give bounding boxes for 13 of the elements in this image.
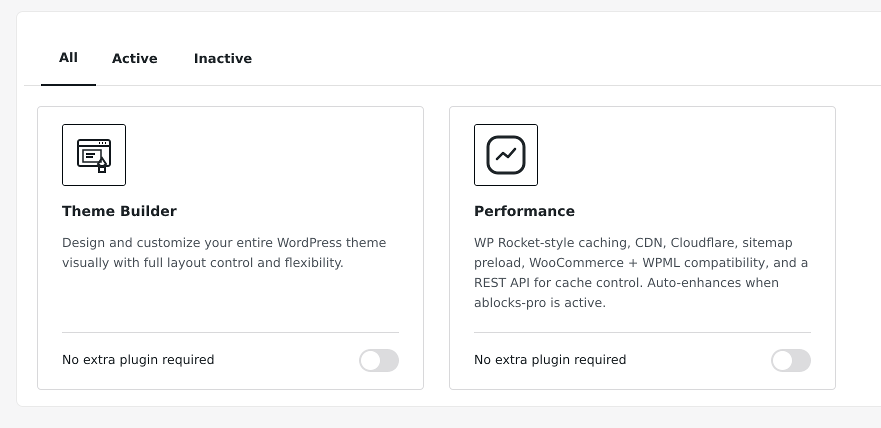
requirement-note: No extra plugin required [474, 351, 627, 370]
module-title: Performance [474, 202, 576, 222]
toggle-switch[interactable] [359, 349, 399, 372]
module-description: WP Rocket-style caching, CDN, Cloudflare, sitemap preload, WooCommerce + WPML compatibility, and a REST API for cache control. Auto-enhances when ablocks-pro is active. [474, 234, 810, 312]
module-description: Design and customize your entire WordPress theme visually with full layout control and flexibility. [62, 234, 388, 272]
trend-chart-icon [474, 124, 538, 186]
requirement-note: No extra plugin required [62, 351, 215, 370]
filter-tab[interactable]: Inactive [194, 43, 252, 84]
filter-tab[interactable]: Active [112, 43, 158, 84]
module-title: Theme Builder [62, 202, 178, 222]
toggle-switch[interactable] [771, 349, 811, 372]
layout-design-icon [62, 124, 126, 186]
filter-tab[interactable]: All [41, 43, 96, 86]
